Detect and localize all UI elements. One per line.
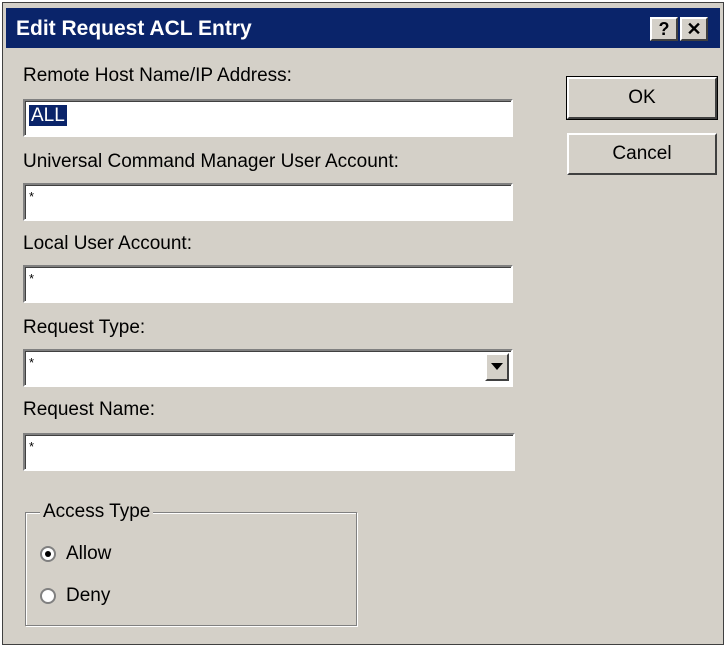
- access-type-group: Access Type Allow Deny: [25, 501, 357, 626]
- request-name-label: Request Name:: [23, 399, 156, 420]
- edit-request-acl-dialog: Edit Request ACL Entry ? ✕ Remote Host N…: [2, 2, 724, 645]
- radio-allow-label: Allow: [66, 543, 112, 564]
- dialog-title: Edit Request ACL Entry: [16, 17, 252, 40]
- radio-deny-label: Deny: [66, 585, 111, 606]
- request-type-select[interactable]: *: [23, 349, 513, 387]
- cancel-button[interactable]: Cancel: [567, 133, 717, 175]
- remote-host-input[interactable]: ALL: [23, 99, 513, 137]
- local-user-input[interactable]: *: [23, 265, 513, 303]
- request-type-label: Request Type:: [23, 317, 146, 338]
- radio-deny[interactable]: Deny: [40, 585, 110, 607]
- radio-allow[interactable]: Allow: [40, 543, 111, 565]
- help-button[interactable]: ?: [650, 17, 678, 41]
- local-user-label: Local User Account:: [23, 233, 192, 254]
- close-icon: ✕: [686, 19, 702, 39]
- ucm-user-value: *: [29, 189, 35, 204]
- access-type-legend: Access Type: [40, 501, 154, 523]
- radio-selected-dot: [45, 551, 51, 557]
- ucm-user-input[interactable]: *: [23, 183, 513, 221]
- remote-host-value: ALL: [29, 105, 67, 126]
- request-type-dropdown-button[interactable]: [485, 353, 509, 381]
- radio-button[interactable]: [40, 546, 56, 562]
- request-name-input[interactable]: *: [23, 433, 515, 471]
- help-icon: ?: [658, 19, 670, 39]
- local-user-value: *: [29, 271, 35, 286]
- radio-button[interactable]: [40, 588, 56, 604]
- request-type-value: *: [29, 355, 35, 370]
- remote-host-label: Remote Host Name/IP Address:: [23, 65, 292, 86]
- ucm-user-label: Universal Command Manager User Account:: [23, 151, 399, 172]
- chevron-down-icon: [491, 363, 503, 370]
- close-button[interactable]: ✕: [680, 17, 708, 41]
- title-bar: Edit Request ACL Entry ? ✕: [6, 8, 720, 48]
- ok-button[interactable]: OK: [566, 76, 718, 120]
- request-name-value: *: [29, 439, 35, 454]
